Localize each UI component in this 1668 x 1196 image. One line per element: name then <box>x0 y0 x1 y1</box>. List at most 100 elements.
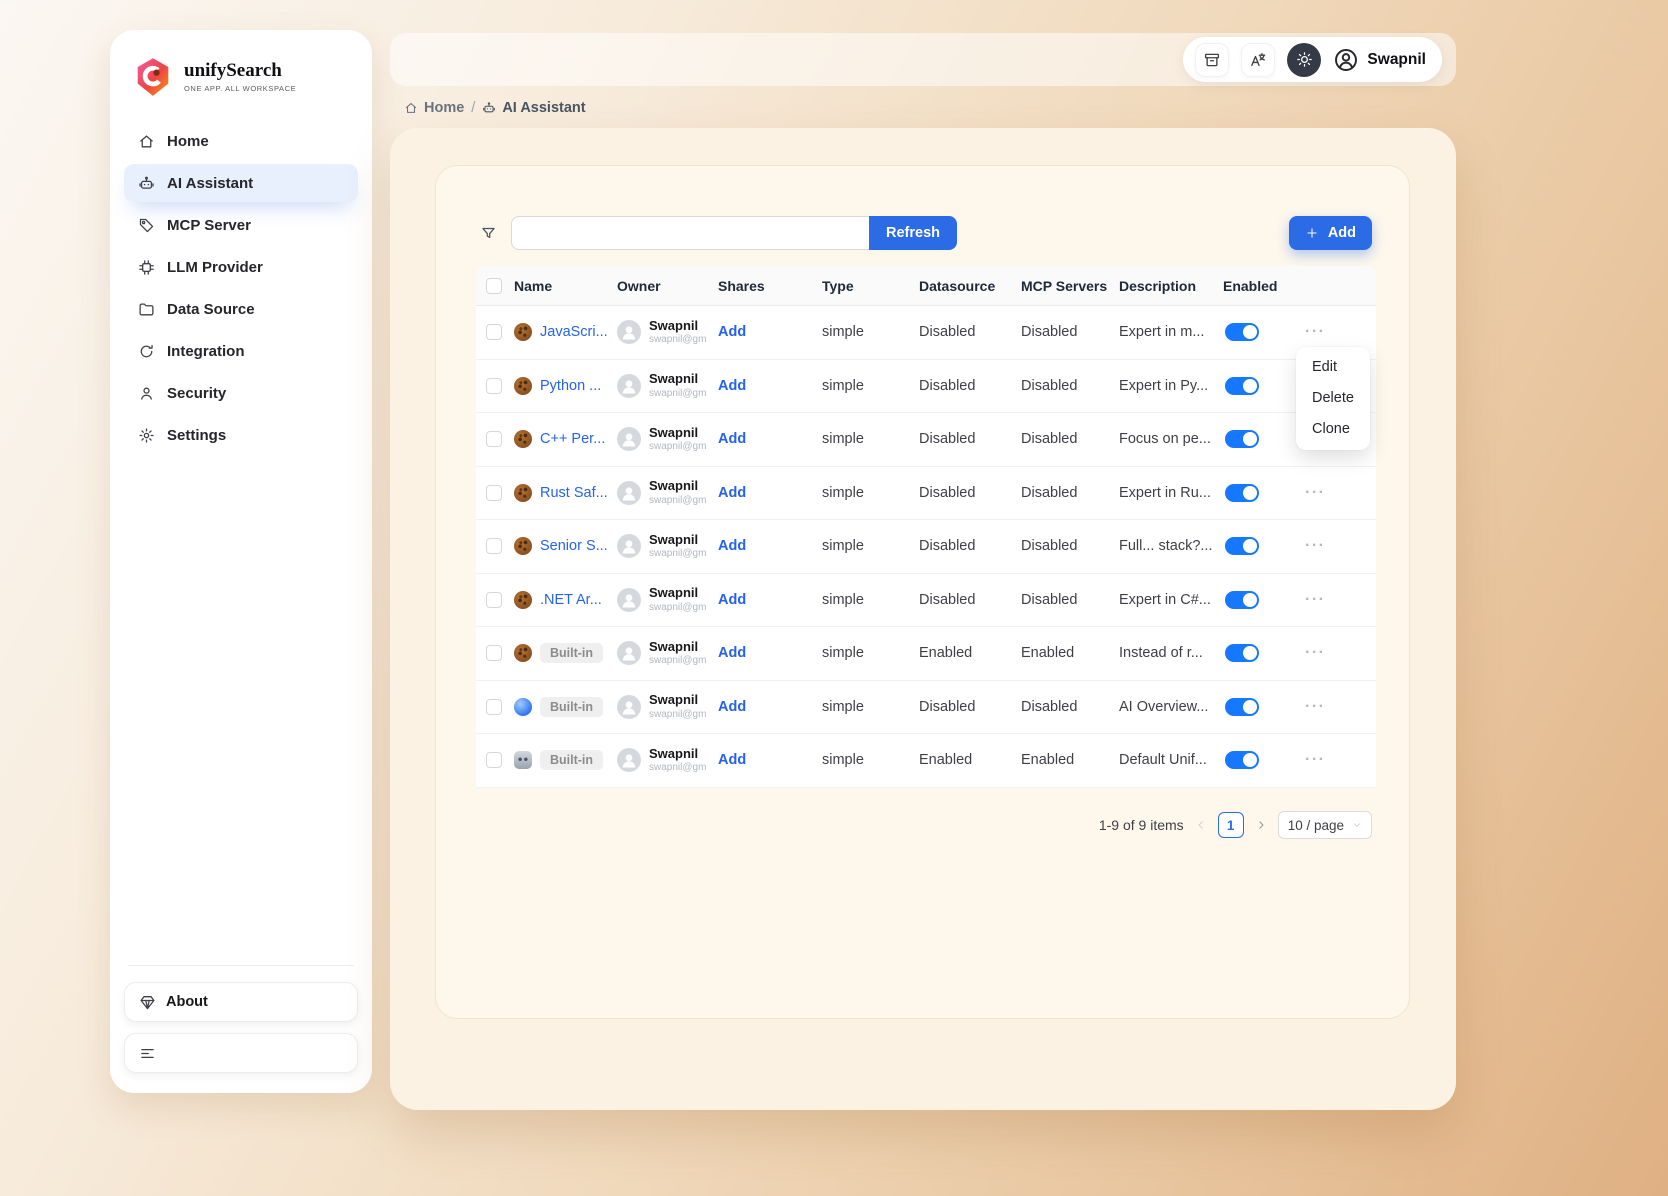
translate-button[interactable] <box>1241 42 1276 77</box>
row-checkbox[interactable] <box>486 377 502 394</box>
enabled-toggle[interactable] <box>1225 697 1259 716</box>
pagination-page-1[interactable]: 1 <box>1217 812 1244 838</box>
table-row: .NET Ar... Swapnil swapnil@gm Add simple Disa… <box>476 573 1376 627</box>
row-checkbox[interactable] <box>486 591 502 608</box>
sidebar-item-security[interactable]: Security <box>124 374 358 412</box>
sun-icon <box>1296 51 1313 68</box>
owner-email: swapnil@gm <box>649 548 707 560</box>
enabled-cell <box>1221 590 1303 609</box>
row-checkbox[interactable] <box>486 752 502 769</box>
row-actions-button[interactable]: ··· <box>1305 537 1325 554</box>
actions-cell: ··· <box>1303 323 1376 341</box>
enabled-toggle[interactable] <box>1225 644 1259 663</box>
built-in-badge: Built-in <box>540 643 604 664</box>
mcp-servers-cell: Disabled <box>1021 431 1078 448</box>
row-actions-button[interactable]: ··· <box>1305 323 1325 340</box>
sidebar-item-mcp-server[interactable]: MCP Server <box>124 206 358 244</box>
filter-button[interactable] <box>476 225 501 242</box>
cookie-icon <box>514 430 532 449</box>
shares-add-link[interactable]: Add <box>718 378 746 394</box>
shares-add-link[interactable]: Add <box>718 538 746 554</box>
shares-add-link[interactable]: Add <box>718 592 746 608</box>
owner-cell: Swapnil swapnil@gm <box>615 692 716 721</box>
row-actions-button[interactable]: ··· <box>1305 591 1325 608</box>
row-checkbox[interactable] <box>486 484 502 501</box>
refresh-button[interactable]: Refresh <box>869 216 957 250</box>
checkbox-cell <box>476 645 512 662</box>
assistant-name-link[interactable]: Senior S... <box>540 538 608 554</box>
sidebar-item-data-source[interactable]: Data Source <box>124 290 358 328</box>
row-checkbox[interactable] <box>486 645 502 662</box>
name-cell: Built-in <box>512 696 615 717</box>
mcp-servers-cell: Enabled <box>1021 645 1075 662</box>
add-button[interactable]: Add <box>1288 216 1372 250</box>
shares-add-link[interactable]: Add <box>718 752 746 768</box>
collapse-sidebar-button[interactable] <box>124 1033 358 1073</box>
theme-toggle-button[interactable] <box>1287 42 1322 77</box>
row-checkbox[interactable] <box>486 324 502 341</box>
enabled-toggle[interactable] <box>1225 751 1259 770</box>
enabled-toggle[interactable] <box>1225 376 1259 395</box>
sidebar-nav: Home AI Assistant MCP Server LLM Provider Da… <box>124 122 358 454</box>
owner-avatar <box>617 480 641 505</box>
person-icon <box>619 750 639 770</box>
mcp-servers-cell: Disabled <box>1021 484 1078 501</box>
column-header-description: Description <box>1119 277 1197 294</box>
assistant-name-link[interactable]: JavaScri... <box>540 324 608 340</box>
person-icon <box>619 429 639 449</box>
sidebar-item-llm-provider[interactable]: LLM Provider <box>124 248 358 286</box>
enabled-toggle[interactable] <box>1225 430 1259 449</box>
context-menu-item-delete[interactable]: Delete <box>1301 383 1365 414</box>
row-checkbox[interactable] <box>486 698 502 715</box>
pagination-prev-button[interactable] <box>1195 819 1207 831</box>
content-panel: Refresh Add Name Owner Shares Type Datasourc… <box>435 165 1410 1019</box>
column-header-enabled: Enabled <box>1223 277 1278 294</box>
shares-add-link[interactable]: Add <box>718 324 746 340</box>
sidebar: unifySearch ONE APP. ALL WORKSPACE Home A… <box>110 30 372 1093</box>
owner-name: Swapnil <box>649 638 699 654</box>
row-checkbox[interactable] <box>486 538 502 555</box>
enabled-toggle[interactable] <box>1225 537 1259 556</box>
enabled-toggle[interactable] <box>1225 590 1259 609</box>
assistant-name-link[interactable]: C++ Per... <box>540 431 605 447</box>
checkbox-cell <box>476 752 512 769</box>
pagination-next-button[interactable] <box>1255 819 1267 831</box>
type-cell: simple <box>822 377 864 394</box>
row-actions-button[interactable]: ··· <box>1305 484 1325 501</box>
mcp-servers-cell: Disabled <box>1021 698 1078 715</box>
row-actions-button[interactable]: ··· <box>1305 751 1325 768</box>
owner-avatar <box>617 534 641 559</box>
sidebar-item-home[interactable]: Home <box>124 122 358 160</box>
owner-avatar <box>617 587 641 612</box>
page-size-value: 10 / page <box>1287 817 1344 833</box>
row-actions-button[interactable]: ··· <box>1305 698 1325 715</box>
top-header-bar: Swapnil <box>390 33 1456 86</box>
context-menu-item-edit[interactable]: Edit <box>1301 352 1365 383</box>
breadcrumb-home[interactable]: Home <box>404 100 464 116</box>
assistant-name-link[interactable]: .NET Ar... <box>540 592 602 608</box>
row-actions-button[interactable]: ··· <box>1305 644 1325 661</box>
enabled-toggle[interactable] <box>1225 483 1259 502</box>
apps-box-button[interactable] <box>1195 42 1230 77</box>
shares-add-link[interactable]: Add <box>718 485 746 501</box>
owner-cell: Swapnil swapnil@gm <box>615 585 716 614</box>
sidebar-item-ai-assistant[interactable]: AI Assistant <box>124 164 358 202</box>
shares-add-link[interactable]: Add <box>718 699 746 715</box>
shares-add-link[interactable]: Add <box>718 431 746 447</box>
search-input[interactable] <box>511 216 869 250</box>
checkbox-cell <box>476 431 512 448</box>
enabled-toggle[interactable] <box>1225 323 1259 342</box>
breadcrumb-separator: / <box>471 100 476 116</box>
context-menu-item-clone[interactable]: Clone <box>1301 414 1365 445</box>
sidebar-item-integration[interactable]: Integration <box>124 332 358 370</box>
collapse-icon <box>139 1045 156 1062</box>
user-menu[interactable]: Swapnil <box>1333 47 1426 73</box>
shares-add-link[interactable]: Add <box>718 645 746 661</box>
select-all-checkbox[interactable] <box>486 277 502 294</box>
page-size-select[interactable]: 10 / page <box>1277 811 1372 839</box>
assistant-name-link[interactable]: Rust Saf... <box>540 485 608 501</box>
about-button[interactable]: About <box>124 982 358 1022</box>
assistant-name-link[interactable]: Python ... <box>540 378 601 394</box>
sidebar-item-settings[interactable]: Settings <box>124 416 358 454</box>
row-checkbox[interactable] <box>486 431 502 448</box>
